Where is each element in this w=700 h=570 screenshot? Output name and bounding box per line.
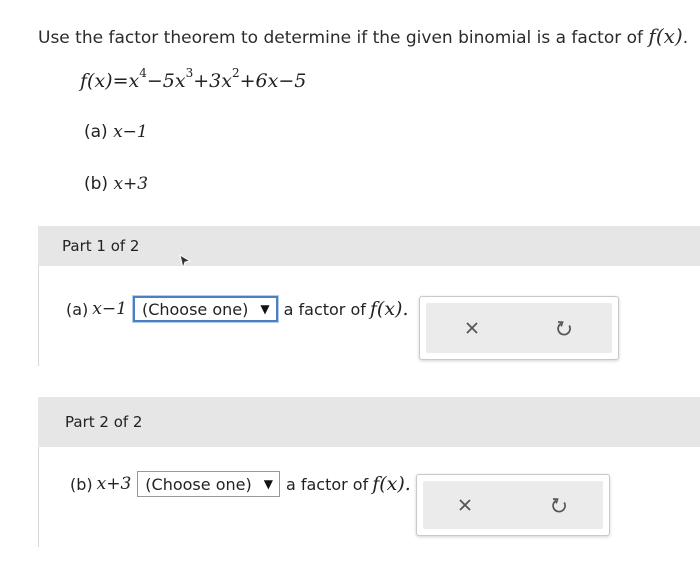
part-1-expr: x−1 <box>92 299 127 319</box>
subquestion-a: (a) x−1 <box>84 122 148 142</box>
part-1-undo-button[interactable] <box>550 314 578 342</box>
function-exponent-3: 2 <box>231 66 240 80</box>
part-2-function: f(x). <box>372 473 411 495</box>
part-1-check-panel <box>419 296 619 360</box>
part-2-suffix: a factor of <box>285 474 369 494</box>
part-2-dropdown-value: (Choose one) <box>145 474 252 494</box>
part-1-dropdown-value: (Choose one) <box>141 299 249 319</box>
function-term-3: +3x <box>193 70 232 92</box>
question-function-name: f(x) <box>648 24 683 48</box>
mouse-cursor-icon <box>179 254 192 270</box>
dropdown-arrow-icon: ▼ <box>263 477 273 491</box>
part-1-choose-dropdown[interactable]: (Choose one) ▼ <box>132 296 278 322</box>
part-2-choose-dropdown[interactable]: (Choose one) ▼ <box>137 471 280 497</box>
question-period: . <box>682 28 689 48</box>
undo-icon <box>557 321 571 336</box>
part-2-header: Part 2 of 2 <box>38 397 700 447</box>
function-equals: = <box>112 70 129 92</box>
undo-icon <box>552 498 566 513</box>
part-1-title: Part 1 of 2 <box>62 237 140 255</box>
part-1-suffix: a factor of <box>283 299 366 319</box>
subquestion-a-label: (a) <box>84 122 108 142</box>
subquestion-b-label: (b) <box>84 174 109 194</box>
part-1-check-panel-inner <box>426 303 612 353</box>
part-1-prefix: (a) <box>66 299 89 319</box>
subquestion-b-expr: x+3 <box>113 174 149 194</box>
question-instruction: Use the factor theorem to determine if t… <box>38 28 644 48</box>
dropdown-arrow-icon: ▼ <box>260 302 270 316</box>
part-2-check-panel <box>416 474 610 536</box>
part-2-undo-button[interactable] <box>545 491 573 519</box>
function-term-2: −5x <box>146 70 186 92</box>
function-lhs: f(x) <box>80 70 113 92</box>
question-text: Use the factor theorem to determine if t… <box>38 24 688 48</box>
part-2-answer-line: (b) x+3 (Choose one) ▼ a factor of f(x). <box>70 471 411 497</box>
part-1-header: Part 1 of 2 <box>38 226 700 266</box>
part-2-clear-button[interactable] <box>451 491 479 519</box>
part-1-function: f(x). <box>369 298 409 320</box>
function-term-4: +6x−5 <box>239 70 307 92</box>
close-icon <box>459 499 471 511</box>
part-2-title: Part 2 of 2 <box>65 413 143 431</box>
function-exponent-1: 4 <box>139 66 147 80</box>
part-1-answer-line: (a) x−1 (Choose one) ▼ a factor of f(x). <box>66 296 409 322</box>
subquestion-a-expr: x−1 <box>113 122 148 142</box>
function-exponent-2: 3 <box>185 66 194 80</box>
function-term-1: x <box>128 70 140 92</box>
subquestion-b: (b) x+3 <box>84 174 148 194</box>
part-2-expr: x+3 <box>96 474 132 494</box>
function-definition: f(x)=x4−5x3+3x2+6x−5 <box>80 66 307 92</box>
close-icon <box>466 322 478 334</box>
part-2-check-panel-inner <box>423 481 603 529</box>
part-2-prefix: (b) <box>70 474 93 494</box>
part-1-clear-button[interactable] <box>458 314 486 342</box>
